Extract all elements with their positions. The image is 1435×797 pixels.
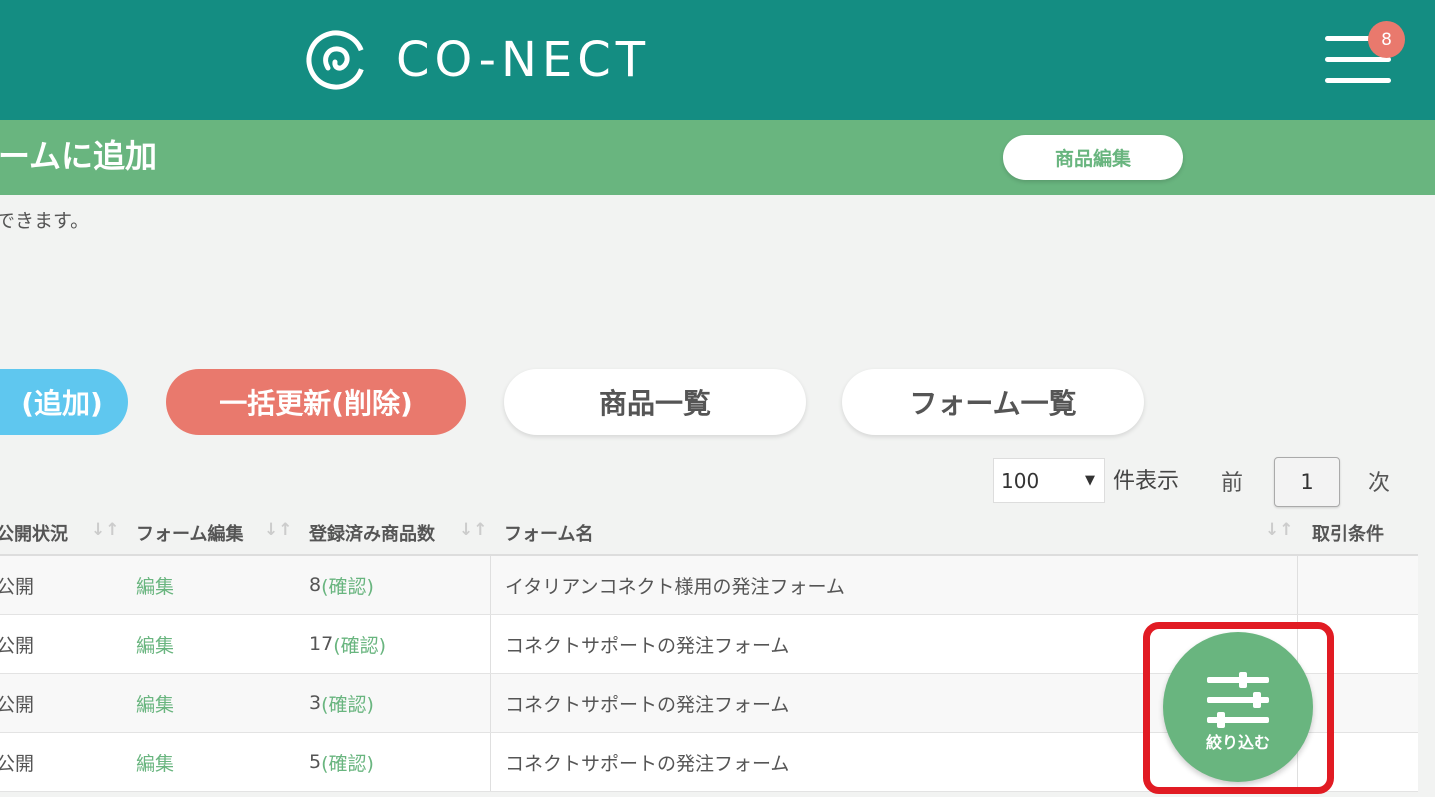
status-cell: 公開 — [0, 752, 35, 775]
per-page-label: 件表示 — [1113, 469, 1180, 494]
page-subheader — [0, 120, 1435, 195]
confirm-link[interactable]: (確認) — [321, 572, 374, 599]
status-cell: 公開 — [0, 575, 35, 598]
next-page-link[interactable]: 次 — [1368, 465, 1390, 497]
sort-icon[interactable]: ↓↑ — [91, 520, 120, 540]
filter-button[interactable]: 絞り込む — [1163, 632, 1313, 782]
table-row: 公開 編集 8 (確認) イタリアンコネクト様用の発注フォーム — [0, 556, 1418, 615]
sort-icon[interactable]: ↓↑ — [1265, 520, 1294, 540]
notification-badge: 8 — [1368, 21, 1405, 58]
edit-link[interactable]: 編集 — [136, 556, 174, 614]
logo[interactable]: CO-NECT — [304, 28, 650, 92]
dropdown-arrow-icon: ▼ — [1085, 473, 1095, 488]
status-cell: 公開 — [0, 634, 35, 657]
col-header-product-count[interactable]: 登録済み商品数 — [309, 520, 435, 546]
app-header — [0, 0, 1435, 120]
logo-text: CO-NECT — [396, 32, 651, 88]
form-name-cell: コネクトサポートの発注フォーム — [505, 693, 790, 716]
form-name-cell: コネクトサポートの発注フォーム — [505, 752, 790, 775]
product-edit-button[interactable]: 商品編集 — [1003, 135, 1183, 180]
page-description: できます。 — [0, 210, 90, 232]
sliders-icon — [1207, 672, 1269, 728]
form-name-cell: イタリアンコネクト様用の発注フォーム — [505, 575, 845, 598]
sort-icon[interactable]: ↓↑ — [264, 520, 293, 540]
confirm-link[interactable]: (確認) — [321, 749, 374, 776]
count-cell: 17 (確認) — [309, 615, 386, 673]
confirm-link[interactable]: (確認) — [321, 690, 374, 717]
col-header-terms[interactable]: 取引条件 — [1312, 520, 1384, 546]
page-title: ームに追加 — [0, 137, 158, 175]
edit-link[interactable]: 編集 — [136, 615, 174, 673]
conect-logo-icon — [306, 30, 366, 90]
edit-link[interactable]: 編集 — [136, 733, 174, 791]
bulk-add-button[interactable]: (追加) — [0, 369, 128, 435]
col-header-status[interactable]: 公開状況 — [0, 520, 68, 546]
per-page-select[interactable]: 100 ▼ — [993, 458, 1105, 503]
form-name-cell: コネクトサポートの発注フォーム — [505, 634, 790, 657]
count-cell: 5 (確認) — [309, 733, 374, 791]
status-cell: 公開 — [0, 693, 35, 716]
col-header-form-edit[interactable]: フォーム編集 — [136, 520, 243, 546]
confirm-link[interactable]: (確認) — [333, 631, 386, 658]
form-list-button[interactable]: フォーム一覧 — [842, 369, 1144, 435]
sort-icon[interactable]: ↓↑ — [459, 520, 488, 540]
count-cell: 3 (確認) — [309, 674, 374, 732]
page-number[interactable]: 1 — [1274, 457, 1340, 507]
bulk-delete-button[interactable]: 一括更新(削除) — [166, 369, 466, 435]
filter-label: 絞り込む — [1205, 733, 1270, 752]
prev-page-link[interactable]: 前 — [1221, 465, 1243, 497]
count-cell: 8 (確認) — [309, 556, 374, 614]
col-header-form-name[interactable]: フォーム名 — [504, 520, 593, 546]
edit-link[interactable]: 編集 — [136, 674, 174, 732]
product-list-button[interactable]: 商品一覧 — [504, 369, 806, 435]
